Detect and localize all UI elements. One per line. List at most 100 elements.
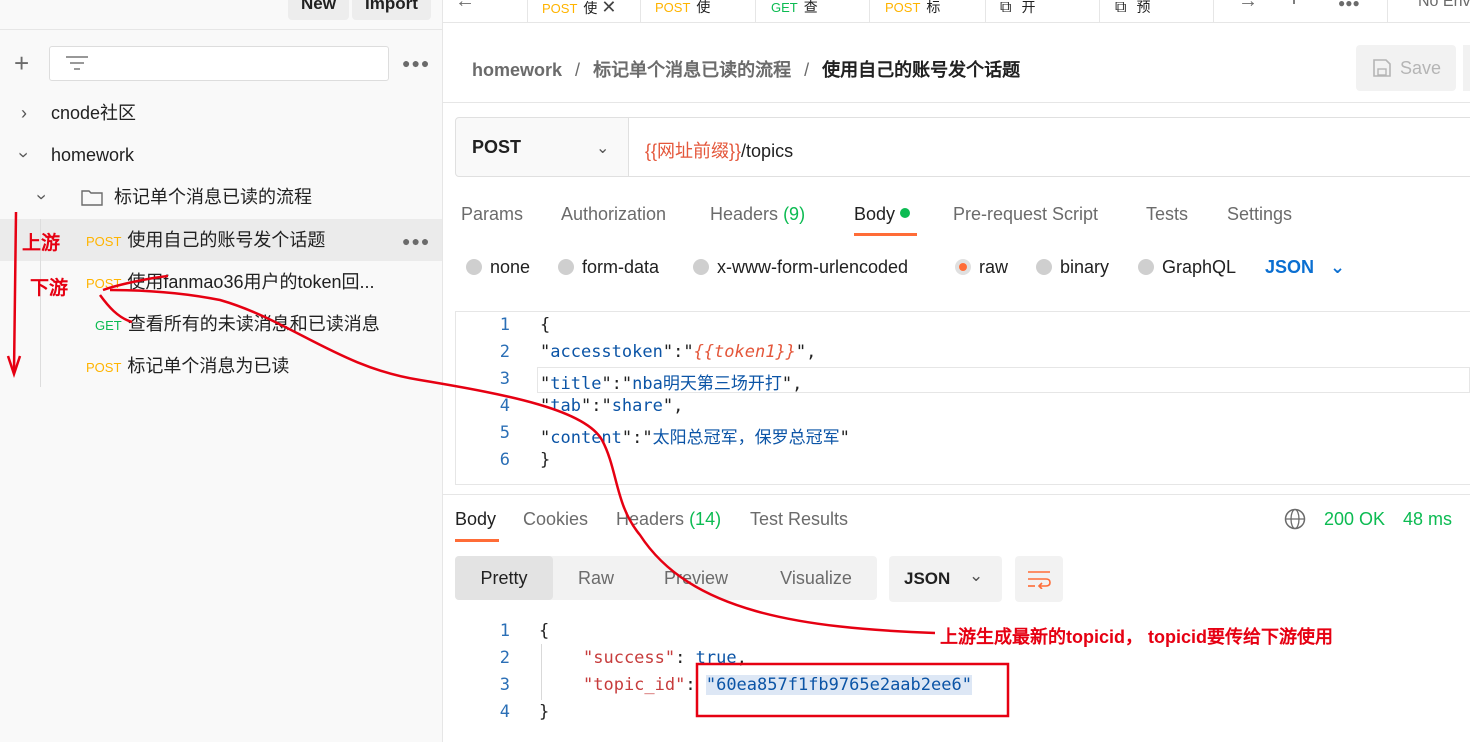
method-badge: GET	[771, 0, 798, 15]
tree-item-homework[interactable]: › homework	[14, 134, 134, 176]
body-format-select[interactable]: JSON ⌄	[1265, 256, 1345, 278]
tree-item-request[interactable]: POST 使用fanmao36用户的token回...	[86, 261, 375, 303]
url-text: {{网址前缀}}/topics	[645, 137, 793, 163]
code-line: }	[539, 702, 550, 722]
tab-request[interactable]: POST 使	[655, 0, 710, 22]
line-number: 1	[499, 315, 510, 335]
line-number: 3	[499, 369, 510, 389]
radio-label: form-data	[582, 257, 660, 277]
response-tab-body[interactable]: Body	[455, 508, 496, 530]
code-line: }	[540, 450, 551, 470]
json-key: content	[550, 428, 622, 448]
tree-item-request[interactable]: GET 查看所有的未读消息和已读消息	[95, 303, 380, 345]
tree-item-label: 标记单个消息为已读	[127, 356, 290, 376]
new-tab-icon[interactable]: +	[1287, 0, 1301, 14]
code-line: "accesstoken":"{{token1}}",	[540, 342, 817, 362]
tab-request[interactable]: POST 标	[885, 0, 940, 22]
breadcrumb-item[interactable]: homework	[472, 60, 562, 80]
filter-icon	[66, 56, 88, 70]
tab-doc[interactable]: ⧉ 预	[1115, 0, 1150, 22]
more-options-icon[interactable]: ●●●	[402, 55, 430, 71]
json-variable: {{token1}}	[693, 342, 796, 362]
tab-prerequest[interactable]: Pre-request Script	[953, 202, 1098, 226]
status-code[interactable]: 200 OK	[1324, 508, 1385, 530]
doc-icon: ⧉	[1115, 0, 1127, 16]
json-key: tab	[550, 396, 581, 416]
radio-label: none	[490, 257, 531, 277]
tab-label: Body	[854, 204, 896, 224]
method-select[interactable]: POST	[472, 137, 521, 158]
chevron-down-icon[interactable]: ⌄	[596, 138, 609, 158]
add-icon[interactable]: +	[14, 50, 29, 76]
active-tab-underline	[854, 233, 917, 236]
divider	[1099, 0, 1100, 22]
import-button[interactable]: Import	[352, 0, 431, 20]
breadcrumb-item[interactable]: 标记单个消息已读的流程	[593, 60, 791, 80]
tabs-more-icon[interactable]: ●●●	[1338, 0, 1360, 18]
divider	[443, 494, 1470, 495]
url-path: /topics	[741, 141, 794, 161]
view-preview[interactable]: Preview	[645, 556, 747, 600]
radio-icon	[558, 259, 574, 275]
code-line: "success": true,	[583, 648, 747, 668]
tab-label: 开	[1021, 0, 1036, 15]
globe-icon[interactable]	[1284, 508, 1306, 530]
divider	[640, 0, 641, 22]
tab-label: 使	[696, 0, 711, 15]
view-raw[interactable]: Raw	[555, 556, 637, 600]
tab-label: Headers	[616, 509, 685, 529]
tab-body[interactable]: Body	[854, 202, 911, 226]
tab-headers[interactable]: Headers (9)	[710, 202, 805, 226]
response-format-select[interactable]: JSON ⌄	[889, 556, 1002, 602]
response-tab-tests[interactable]: Test Results	[750, 508, 848, 530]
chevron-down-icon: ›	[14, 152, 34, 158]
arrow-left-icon[interactable]: ←	[455, 0, 475, 16]
chevron-right-icon: ›	[21, 103, 27, 123]
tab-doc[interactable]: ⧉ 开	[1000, 0, 1035, 22]
chevron-down-icon: ⌄	[1330, 257, 1346, 277]
json-value: 太阳总冠军，保罗总冠军	[652, 428, 840, 448]
tab-settings[interactable]: Settings	[1227, 202, 1292, 226]
json-value: nba明天第三场开打	[632, 374, 782, 394]
request-more-icon[interactable]: ●●●	[402, 233, 430, 249]
save-dropdown[interactable]	[1463, 45, 1470, 91]
view-visualize[interactable]: Visualize	[767, 556, 865, 600]
tab-request[interactable]: GET 查	[771, 0, 818, 22]
radio-raw[interactable]: raw	[955, 256, 1008, 278]
tree-item-request[interactable]: POST 使用自己的账号发个话题	[86, 219, 325, 261]
view-pretty[interactable]: Pretty	[455, 556, 553, 600]
radio-label: GraphQL	[1162, 257, 1237, 277]
save-button[interactable]: Save	[1356, 45, 1456, 91]
breadcrumb-separator: /	[575, 60, 581, 80]
json-key: "success"	[583, 648, 676, 668]
tab-authorization[interactable]: Authorization	[561, 202, 666, 226]
environment-select[interactable]: No Env	[1418, 0, 1470, 17]
radio-form-data[interactable]: form-data	[558, 256, 659, 278]
tab-request[interactable]: POST 使 ✕	[542, 0, 617, 22]
wrap-button[interactable]	[1015, 556, 1063, 602]
chevron-down-icon: ›	[32, 194, 52, 200]
radio-icon	[1138, 259, 1154, 275]
radio-urlencoded[interactable]: x-www-form-urlencoded	[693, 256, 908, 278]
close-icon[interactable]: ✕	[601, 0, 616, 17]
tab-tests[interactable]: Tests	[1146, 202, 1188, 226]
radio-graphql[interactable]: GraphQL	[1138, 256, 1236, 278]
method-badge: POST	[86, 234, 122, 249]
tree-item-request[interactable]: POST 标记单个消息为已读	[86, 345, 289, 387]
tree-item-folder[interactable]: › 标记单个消息已读的流程	[32, 176, 312, 218]
response-tab-cookies[interactable]: Cookies	[523, 508, 588, 530]
radio-label: raw	[979, 257, 1009, 277]
new-button[interactable]: New	[288, 0, 349, 20]
response-tab-headers[interactable]: Headers (14)	[616, 508, 721, 530]
divider	[527, 0, 528, 22]
response-time[interactable]: 48 ms	[1403, 508, 1452, 530]
arrow-right-icon[interactable]: →	[1238, 0, 1258, 16]
code-line: "content":"太阳总冠军，保罗总冠军"	[540, 428, 850, 448]
radio-none[interactable]: none	[466, 256, 530, 278]
annotation-note: 上游生成最新的topicid， topicid要传给下游使用	[940, 627, 1333, 647]
tree-item-cnode[interactable]: › cnode社区	[14, 92, 136, 134]
radio-binary[interactable]: binary	[1036, 256, 1109, 278]
filter-input[interactable]	[49, 46, 389, 81]
tab-params[interactable]: Params	[461, 202, 523, 226]
code-line: "title":"nba明天第三场开打",	[540, 374, 803, 394]
